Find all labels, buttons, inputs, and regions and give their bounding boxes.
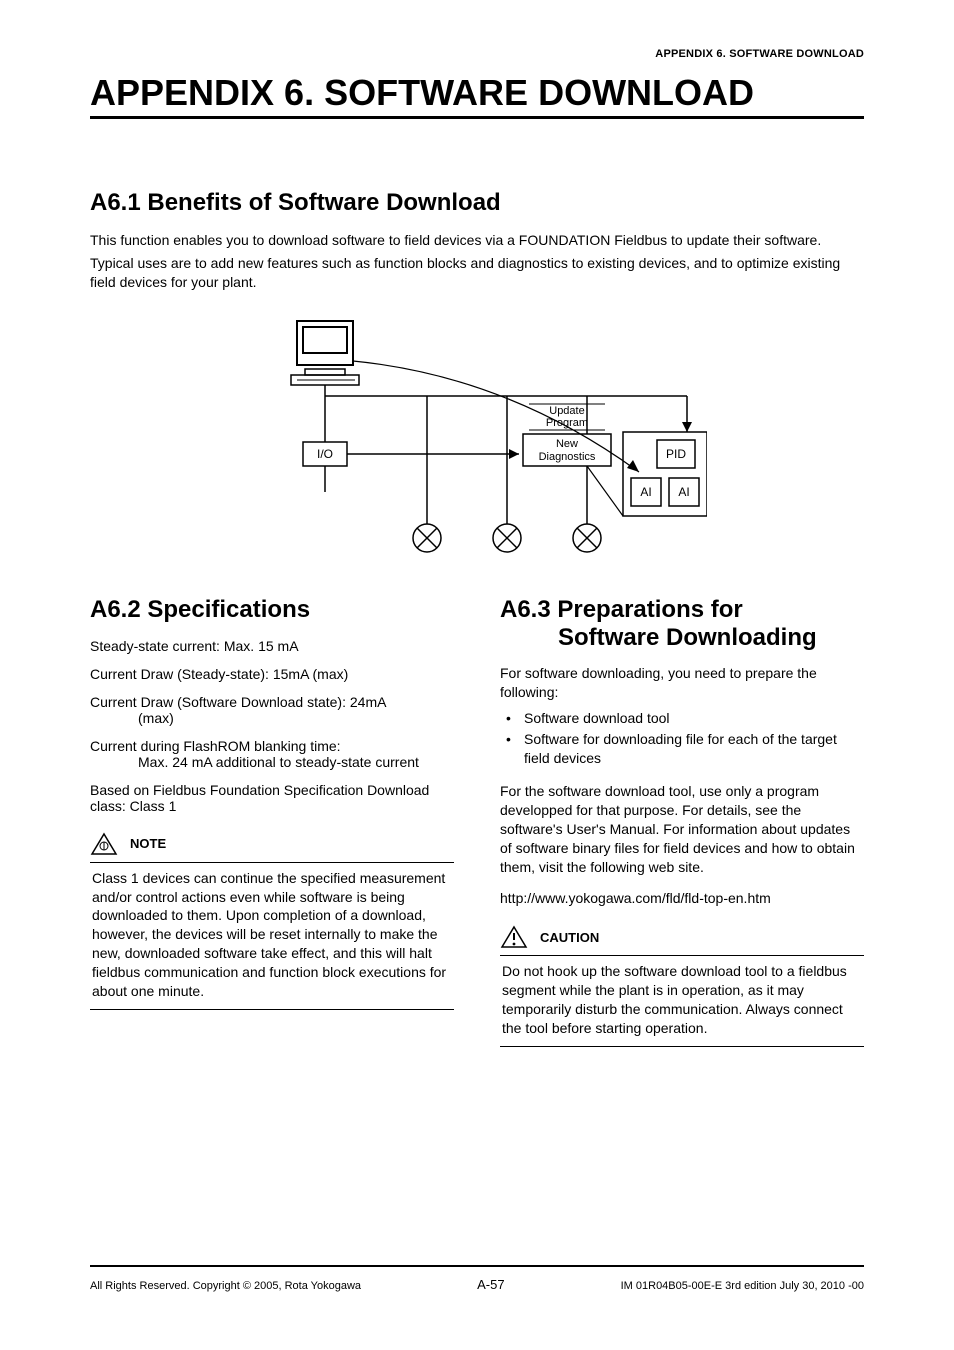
prep-list: Software download tool Software for down… — [500, 709, 864, 768]
spec-current-draw-steady: Current Draw (Steady-state): 15mA (max) — [90, 666, 454, 682]
page-title: APPENDIX 6. SOFTWARE DOWNLOAD — [90, 72, 864, 119]
diagram-io-label: I/O — [317, 447, 333, 461]
spec-current-draw-download: Current Draw (Software Download state): … — [90, 694, 454, 726]
svg-text:AI: AI — [678, 485, 689, 499]
section-a6-3-p2: For the software download tool, use only… — [500, 782, 864, 876]
list-item: Software for downloading file for each o… — [524, 730, 864, 768]
diagram: I/O Update Program New Diagnostics PID A… — [90, 316, 864, 556]
svg-text:New: New — [556, 438, 578, 450]
svg-text:Update: Update — [549, 405, 584, 417]
svg-text:PID: PID — [666, 447, 686, 461]
section-a6-1-heading: A6.1 Benefits of Software Download — [90, 189, 864, 217]
right-column: A6.3 Preparations for Software Downloadi… — [500, 596, 864, 1047]
section-a6-2-heading: A6.2 Specifications — [90, 596, 454, 624]
note-text: Class 1 devices can continue the specifi… — [90, 869, 454, 1001]
section-a6-3-heading: A6.3 Preparations for Software Downloadi… — [500, 596, 864, 652]
section-a6-1-p1: This function enables you to download so… — [90, 231, 864, 250]
running-header: APPENDIX 6. SOFTWARE DOWNLOAD — [90, 48, 864, 60]
network-diagram-svg: I/O Update Program New Diagnostics PID A… — [247, 316, 707, 556]
page-footer: All Rights Reserved. Copyright © 2005, R… — [90, 1265, 864, 1292]
caution-icon — [500, 925, 528, 949]
svg-text:Diagnostics: Diagnostics — [539, 451, 596, 463]
note-label: NOTE — [130, 836, 166, 851]
caution-text: Do not hook up the software download too… — [500, 962, 864, 1038]
spec-steady-state: Steady-state current: Max. 15 mA — [90, 638, 454, 654]
note-icon — [90, 832, 118, 856]
list-item: Software download tool — [524, 709, 864, 728]
caution-block: CAUTION Do not hook up the software down… — [500, 925, 864, 1047]
section-a6-3-p1: For software downloading, you need to pr… — [500, 664, 864, 702]
section-a6-1-p2: Typical uses are to add new features suc… — [90, 254, 864, 292]
spec-class: Based on Fieldbus Foundation Specificati… — [90, 782, 454, 814]
note-block: NOTE Class 1 devices can continue the sp… — [90, 832, 454, 1010]
footer-copyright: All Rights Reserved. Copyright © 2005, R… — [90, 1280, 361, 1292]
svg-text:AI: AI — [640, 485, 651, 499]
footer-page-number: A-57 — [477, 1277, 504, 1292]
footer-docid: IM 01R04B05-00E-E 3rd edition July 30, 2… — [621, 1280, 864, 1292]
left-column: A6.2 Specifications Steady-state current… — [90, 596, 454, 1047]
url-text: http://www.yokogawa.com/fld/fld-top-en.h… — [500, 889, 864, 908]
caution-label: CAUTION — [540, 930, 599, 945]
spec-flashrom: Current during FlashROM blanking time: M… — [90, 738, 454, 770]
